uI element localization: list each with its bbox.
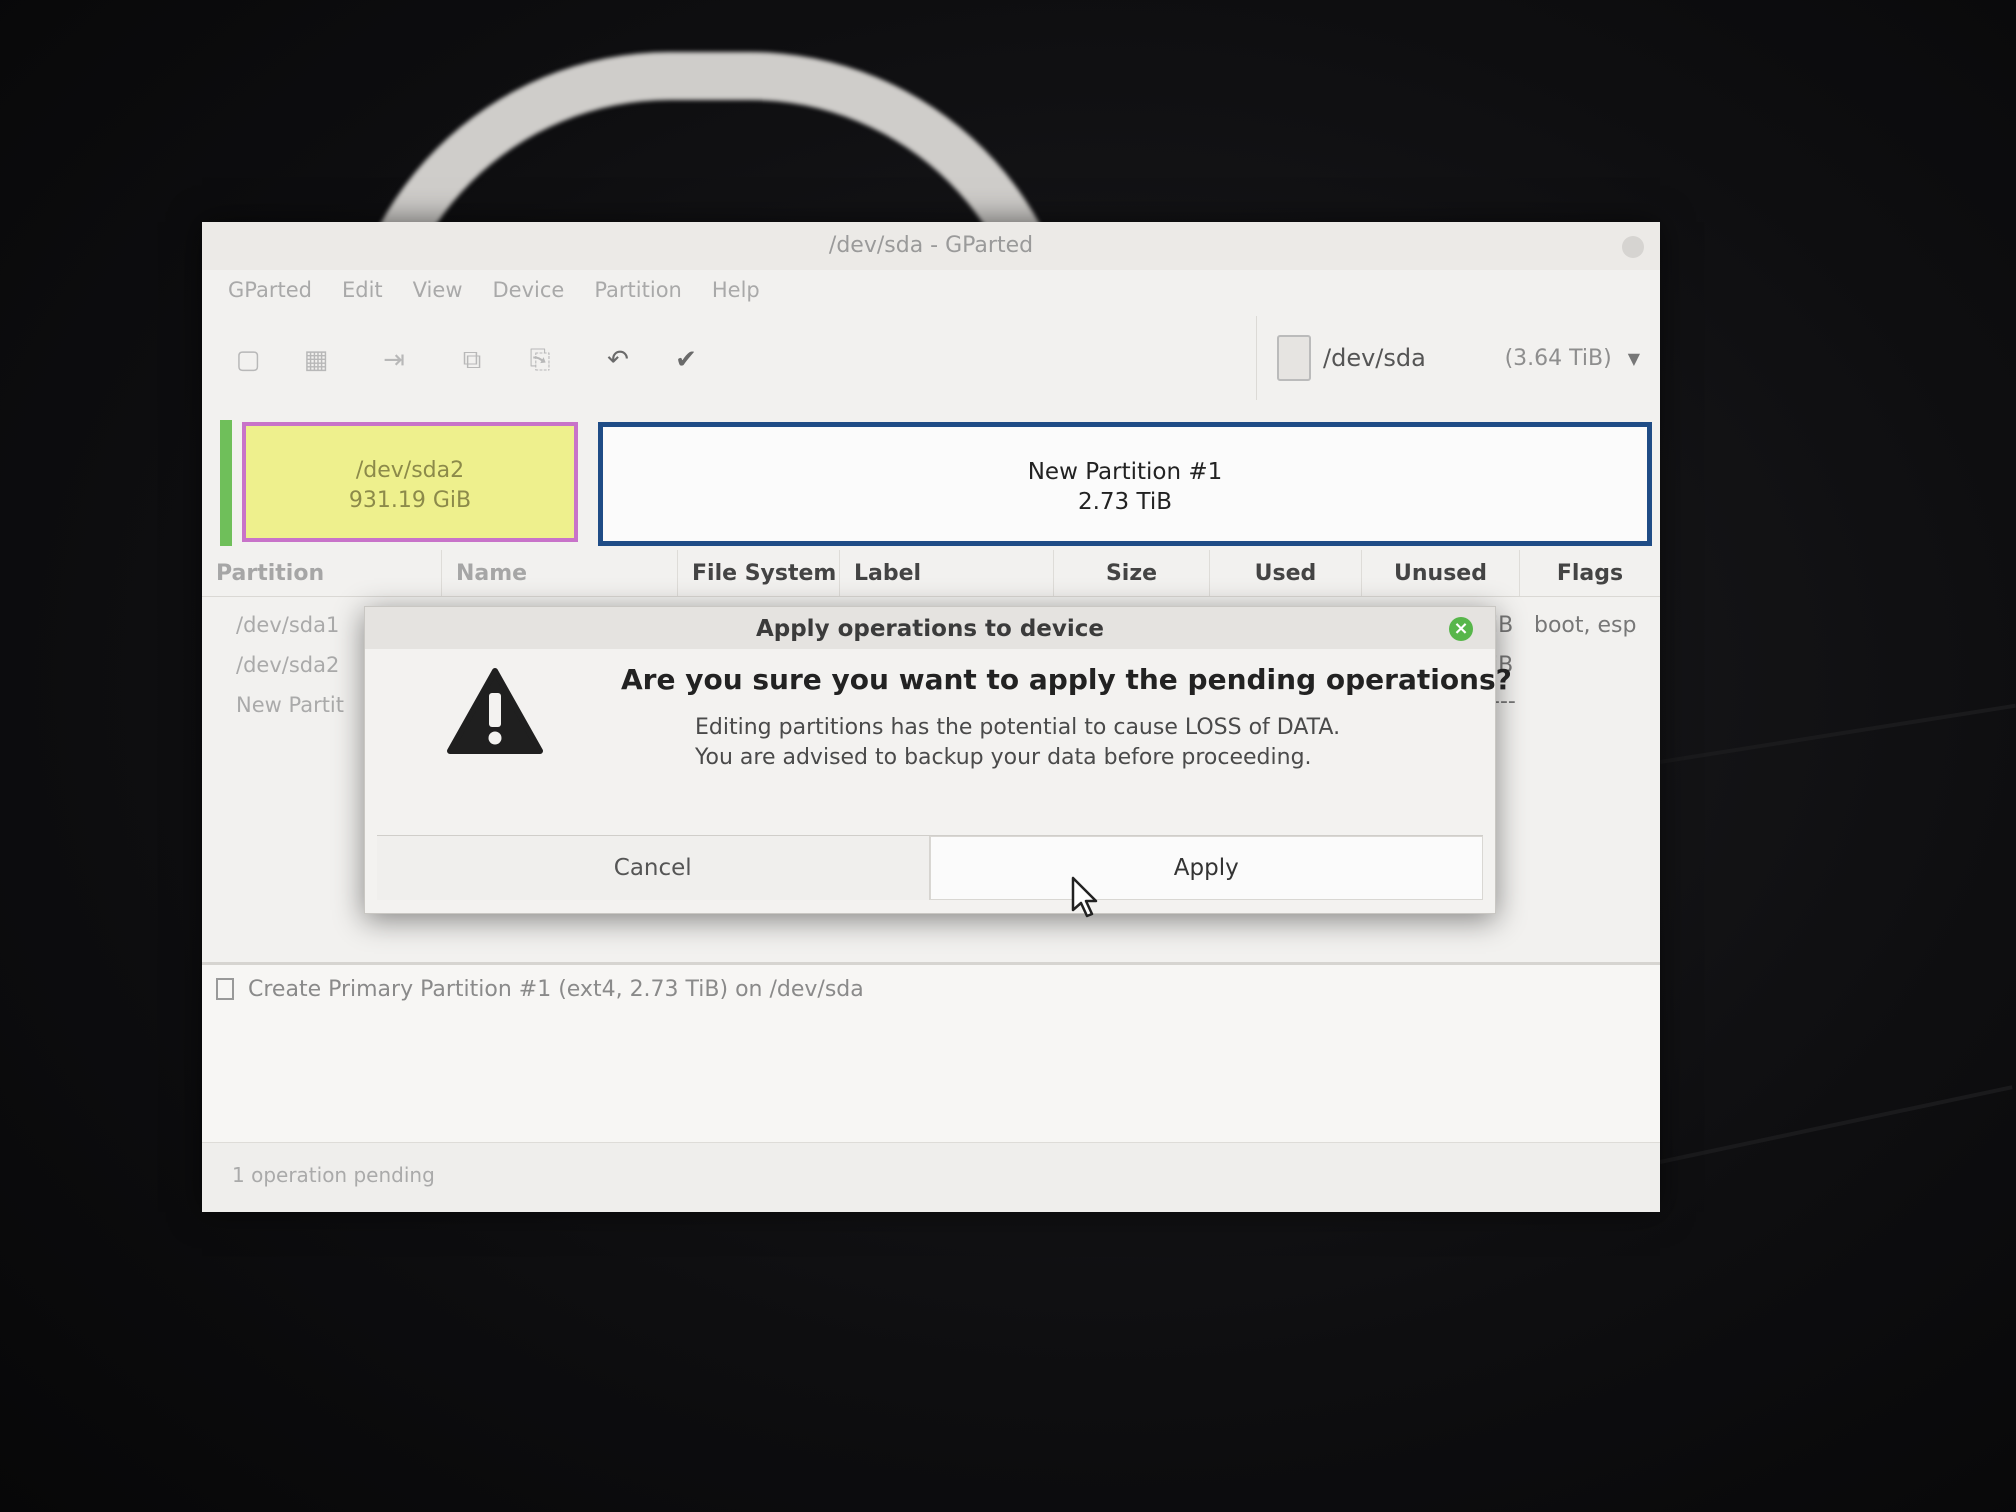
table-header: Partition Name File System Label Size Us… [202, 550, 1660, 597]
menu-edit[interactable]: Edit [342, 278, 383, 302]
operation-text: Create Primary Partition #1 (ext4, 2.73 … [248, 976, 864, 1002]
operation-item[interactable]: Create Primary Partition #1 (ext4, 2.73 … [202, 965, 1660, 1013]
partition-block-name: New Partition #1 [1027, 459, 1223, 485]
column-label[interactable]: Label [840, 550, 1054, 596]
dialog-body-line: Editing partitions has the potential to … [695, 715, 1341, 740]
column-size[interactable]: Size [1054, 550, 1210, 596]
menu-gparted[interactable]: GParted [228, 278, 312, 302]
column-name[interactable]: Name [442, 550, 678, 596]
menu-device[interactable]: Device [493, 278, 565, 302]
column-partition[interactable]: Partition [202, 550, 442, 596]
device-name: /dev/sda [1323, 344, 1426, 372]
warning-icon [447, 668, 543, 754]
partition-block-new[interactable]: New Partition #1 2.73 TiB [598, 422, 1652, 546]
dialog-title: Apply operations to device [755, 616, 1105, 642]
partition-map: /dev/sda2 931.19 GiB New Partition #1 2.… [202, 410, 1660, 550]
dialog-title-bar: Apply operations to device × [365, 607, 1495, 649]
device-size: (3.64 TiB) [1504, 345, 1612, 371]
floor-seam [1659, 703, 2016, 764]
cancel-button[interactable]: Cancel [377, 836, 930, 900]
menu-bar: GParted Edit View Device Partition Help [202, 270, 1660, 310]
floor-seam [1659, 1085, 2013, 1164]
column-flags[interactable]: Flags [1520, 550, 1660, 596]
table-row[interactable]: /dev/sda1 [236, 605, 339, 645]
row-partition: /dev/sda1 [236, 613, 340, 637]
close-icon[interactable]: × [1449, 617, 1473, 641]
copy-icon[interactable]: ⧉ [452, 340, 492, 380]
column-file-system[interactable]: File System [678, 550, 840, 596]
partition-block-sda1[interactable] [220, 420, 232, 546]
operation-icon [216, 978, 234, 1000]
title-bar: /dev/sda - GParted [202, 222, 1660, 270]
window-title: /dev/sda - GParted [828, 233, 1034, 258]
pending-operations-pane: Create Primary Partition #1 (ext4, 2.73 … [202, 962, 1660, 1145]
paste-icon[interactable]: ⎘ [520, 340, 560, 380]
menu-partition[interactable]: Partition [594, 278, 682, 302]
partition-block-name: /dev/sda2 [355, 458, 465, 483]
undo-icon[interactable]: ↶ [598, 340, 638, 380]
window-close-icon[interactable] [1622, 236, 1644, 258]
table-row[interactable]: New Partit [236, 685, 344, 725]
column-used[interactable]: Used [1210, 550, 1362, 596]
delete-icon[interactable]: ▦ [296, 340, 336, 380]
column-unused[interactable]: Unused [1362, 550, 1520, 596]
partition-block-size: 2.73 TiB [1077, 489, 1173, 515]
mouse-pointer-icon [1071, 876, 1098, 918]
partition-block-size: 931.19 GiB [348, 488, 472, 513]
apply-button[interactable]: Apply [929, 836, 1483, 900]
device-selector[interactable]: /dev/sda (3.64 TiB) ▼ [1256, 316, 1644, 400]
partition-block-sda2[interactable]: /dev/sda2 931.19 GiB [242, 422, 578, 542]
row-partition: /dev/sda2 [236, 653, 340, 677]
row-flags: boot, esp [1534, 613, 1637, 638]
apply-dialog: Apply operations to device × Are you sur… [364, 606, 1512, 914]
status-bar: 1 operation pending [202, 1142, 1660, 1212]
dialog-heading: Are you sure you want to apply the pendi… [621, 663, 1512, 696]
menu-help[interactable]: Help [712, 278, 760, 302]
dialog-body-line: You are advised to backup your data befo… [695, 745, 1312, 770]
dialog-body: Editing partitions has the potential to … [695, 713, 1340, 773]
apply-icon[interactable]: ✔ [666, 340, 706, 380]
table-row[interactable]: /dev/sda2 [236, 645, 339, 685]
disk-icon [1277, 335, 1311, 381]
dialog-buttons: Cancel Apply [377, 835, 1483, 900]
resize-move-icon[interactable]: ⇥ [374, 340, 414, 380]
row-partition: New Partit [236, 693, 345, 717]
toolbar: ▢ ▦ ⇥ ⧉ ⎘ ↶ ✔ /dev/sda (3.64 TiB) ▼ [202, 310, 1660, 410]
new-icon[interactable]: ▢ [228, 340, 268, 380]
chevron-down-icon: ▼ [1627, 348, 1640, 368]
menu-view[interactable]: View [413, 278, 463, 302]
